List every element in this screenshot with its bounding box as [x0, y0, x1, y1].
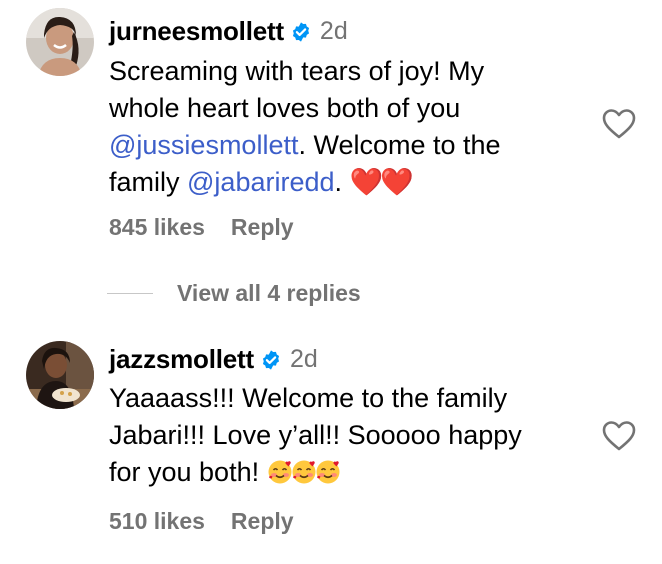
- like-count[interactable]: 510 likes: [109, 508, 205, 535]
- reply-button[interactable]: Reply: [231, 508, 294, 535]
- comment-text-line: family @jabariredd. ❤️❤️: [109, 164, 579, 201]
- divider: [107, 292, 153, 295]
- smiling-face-with-hearts-icon: [315, 458, 341, 484]
- comment-text-segment: Screaming with tears of joy! My: [109, 56, 485, 86]
- comment-text-segment: whole heart loves both of you: [109, 93, 461, 123]
- comment-text-line: Screaming with tears of joy! My: [109, 53, 579, 90]
- timestamp: 2d: [319, 17, 348, 45]
- timestamp: 2d: [289, 345, 318, 373]
- heart-outline-icon[interactable]: [601, 108, 637, 140]
- comment-text-segment: .: [334, 167, 350, 197]
- comment-text-segment: family: [109, 167, 188, 197]
- comment-text-line: for you both!: [109, 454, 579, 491]
- view-replies-button[interactable]: View all 4 replies: [107, 280, 361, 307]
- comment-text-line: Yaaaass!!! Welcome to the family: [109, 380, 579, 417]
- comment-text: Yaaaass!!! Welcome to the family Jabari!!…: [109, 380, 579, 491]
- reply-button[interactable]: Reply: [231, 214, 294, 241]
- heart-outline-icon[interactable]: [601, 420, 637, 452]
- mention-link[interactable]: @jussiesmollett: [109, 130, 298, 160]
- view-replies-label[interactable]: View all 4 replies: [177, 280, 361, 307]
- like-count[interactable]: 845 likes: [109, 214, 205, 241]
- mention-link[interactable]: @jabariredd: [187, 167, 335, 197]
- comment-header: jurneesmollett 2d: [109, 16, 348, 47]
- verified-badge-icon: [260, 349, 282, 371]
- smiling-face-with-hearts-icon: [291, 458, 317, 484]
- verified-badge-icon: [290, 21, 312, 43]
- comment-text-segment: . Welcome to the: [298, 130, 501, 160]
- comment-text: Screaming with tears of joy! My whole hea…: [109, 53, 579, 201]
- comment-text-segment: Yaaaass!!! Welcome to the family: [109, 383, 508, 413]
- comment-text-segment: Jabari!!! Love y’all!! Sooooo happy: [109, 420, 522, 450]
- comment-text-line: whole heart loves both of you: [109, 90, 579, 127]
- heart-emoji: ❤️❤️: [349, 167, 414, 197]
- username[interactable]: jazzsmollett: [109, 344, 254, 375]
- avatar[interactable]: [26, 8, 94, 76]
- comment-text-segment: for you both!: [109, 457, 267, 487]
- comment-header: jazzsmollett 2d: [109, 344, 318, 375]
- comment-meta: 845 likes Reply: [109, 214, 294, 241]
- comment-text-line: @jussiesmollett. Welcome to the: [109, 127, 579, 164]
- smiling-face-with-hearts-emoji: [267, 457, 341, 487]
- smiling-face-with-hearts-icon: [267, 458, 293, 484]
- username[interactable]: jurneesmollett: [109, 16, 284, 47]
- comment-meta: 510 likes Reply: [109, 508, 294, 535]
- comment-text-line: Jabari!!! Love y’all!! Sooooo happy: [109, 417, 579, 454]
- avatar[interactable]: [26, 341, 94, 409]
